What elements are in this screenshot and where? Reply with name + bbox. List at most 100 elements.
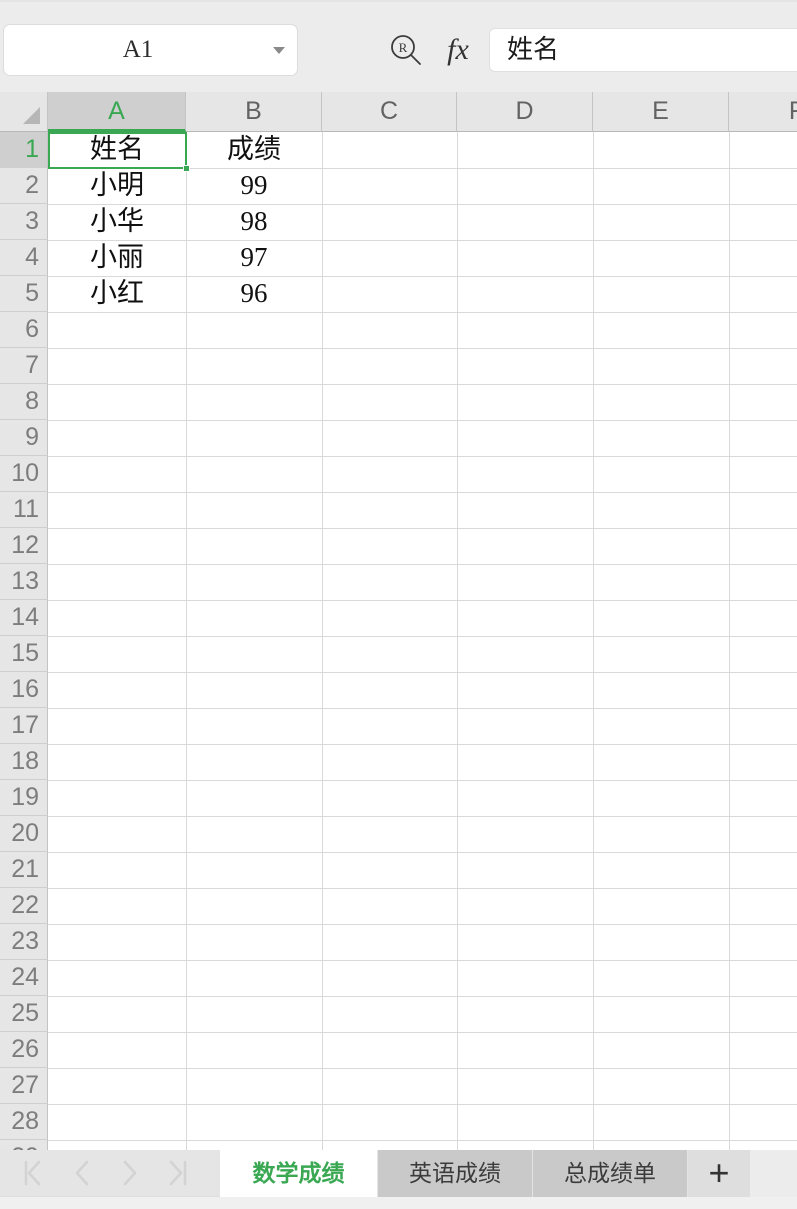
cell-b4[interactable]: 97 [186, 240, 322, 276]
row-headers: 1 2 3 4 5 6 7 8 9 10 11 12 13 14 15 16 17 18 19 20 21 22 23 24 2… [0, 132, 48, 1150]
name-box[interactable]: A1 [3, 24, 298, 76]
gridline-horizontal [48, 1104, 797, 1105]
gridline-horizontal [48, 384, 797, 385]
sheet-tab-bar: 数学成绩 英语成绩 总成绩单 + [0, 1150, 797, 1209]
gridline-horizontal [48, 924, 797, 925]
svg-text:R: R [399, 40, 408, 55]
row-header-10[interactable]: 10 [0, 456, 48, 492]
row-header-17[interactable]: 17 [0, 708, 48, 744]
last-sheet-icon[interactable] [154, 1150, 202, 1196]
row-header-15[interactable]: 15 [0, 636, 48, 672]
sheet-tab-2[interactable]: 英语成绩 [378, 1150, 533, 1197]
grid-area: ABCDEF 1 2 3 4 5 6 7 8 9 10 11 12 13 14 15 16 17 18 19 20 21… [0, 92, 797, 1150]
row-header-28[interactable]: 28 [0, 1104, 48, 1140]
gridline-vertical [729, 132, 730, 1150]
gridline-horizontal [48, 528, 797, 529]
row-header-19[interactable]: 19 [0, 780, 48, 816]
row-header-18[interactable]: 18 [0, 744, 48, 780]
row-header-25[interactable]: 25 [0, 996, 48, 1032]
sheet-nav-buttons [0, 1150, 220, 1197]
formula-toolbar: A1 R fx 姓名 [0, 0, 797, 92]
gridline-horizontal [48, 1140, 797, 1141]
row-header-6[interactable]: 6 [0, 312, 48, 348]
gridline-horizontal [48, 960, 797, 961]
gridline-horizontal [48, 888, 797, 889]
gridline-horizontal [48, 816, 797, 817]
add-sheet-button[interactable]: + [688, 1150, 750, 1197]
cell-a2[interactable]: 小明 [48, 168, 186, 204]
column-header-c[interactable]: C [322, 92, 457, 132]
column-header-a[interactable]: A [48, 92, 186, 132]
row-header-21[interactable]: 21 [0, 852, 48, 888]
gridline-horizontal [48, 996, 797, 997]
gridline-horizontal [48, 600, 797, 601]
cell-b5[interactable]: 96 [186, 276, 322, 312]
gridline-horizontal [48, 780, 797, 781]
gridline-vertical [322, 132, 323, 1150]
column-header-d[interactable]: D [457, 92, 593, 132]
sheet-tab-3[interactable]: 总成绩单 [533, 1150, 688, 1197]
plus-icon: + [708, 1152, 730, 1193]
gridline-vertical [593, 132, 594, 1150]
gridline-horizontal [48, 1032, 797, 1033]
cell-grid[interactable]: 姓名 成绩 小明 99 小华 98 小丽 97 小红 96 [48, 132, 797, 1150]
gridline-vertical [457, 132, 458, 1150]
sheet-tabs: 数学成绩 英语成绩 总成绩单 + [220, 1150, 797, 1197]
cell-b1[interactable]: 成绩 [186, 132, 322, 168]
row-header-4[interactable]: 4 [0, 240, 48, 276]
cell-b3[interactable]: 98 [186, 204, 322, 240]
row-header-13[interactable]: 13 [0, 564, 48, 600]
chevron-down-icon[interactable] [273, 47, 285, 54]
cell-a3[interactable]: 小华 [48, 204, 186, 240]
column-header-b[interactable]: B [186, 92, 322, 132]
next-sheet-icon[interactable] [106, 1150, 154, 1196]
gridline-horizontal [48, 348, 797, 349]
gridline-horizontal [48, 672, 797, 673]
row-header-7[interactable]: 7 [0, 348, 48, 384]
cell-a1[interactable]: 姓名 [48, 132, 186, 168]
cell-a5[interactable]: 小红 [48, 276, 186, 312]
column-header-e[interactable]: E [593, 92, 729, 132]
row-header-2[interactable]: 2 [0, 168, 48, 204]
sheet-tab-1[interactable]: 数学成绩 [220, 1150, 378, 1197]
gridline-horizontal [48, 420, 797, 421]
row-header-26[interactable]: 26 [0, 1032, 48, 1068]
gridline-horizontal [48, 492, 797, 493]
gridline-horizontal [48, 312, 797, 313]
gridline-horizontal [48, 564, 797, 565]
row-header-12[interactable]: 12 [0, 528, 48, 564]
row-header-3[interactable]: 3 [0, 204, 48, 240]
row-header-11[interactable]: 11 [0, 492, 48, 528]
row-header-29[interactable]: 29 [0, 1140, 48, 1150]
gridline-horizontal [48, 456, 797, 457]
tab-bar-footer [0, 1197, 797, 1209]
formula-bar[interactable]: 姓名 [489, 28, 797, 72]
function-search-icon[interactable]: R [388, 32, 424, 68]
row-header-9[interactable]: 9 [0, 420, 48, 456]
row-header-8[interactable]: 8 [0, 384, 48, 420]
spreadsheet-app: A1 R fx 姓名 ABCDEF 1 2 3 4 5 6 7 8 9 10 11 12 13 14 15 1… [0, 0, 797, 1209]
gridline-horizontal [48, 636, 797, 637]
gridline-horizontal [48, 708, 797, 709]
row-header-27[interactable]: 27 [0, 1068, 48, 1104]
select-all-button[interactable] [0, 92, 48, 132]
row-header-14[interactable]: 14 [0, 600, 48, 636]
column-header-f[interactable]: F [729, 92, 797, 132]
cell-a4[interactable]: 小丽 [48, 240, 186, 276]
row-header-22[interactable]: 22 [0, 888, 48, 924]
select-all-triangle-icon [23, 107, 40, 124]
row-header-20[interactable]: 20 [0, 816, 48, 852]
cell-b2[interactable]: 99 [186, 168, 322, 204]
row-header-16[interactable]: 16 [0, 672, 48, 708]
previous-sheet-icon[interactable] [58, 1150, 106, 1196]
first-sheet-icon[interactable] [10, 1150, 58, 1196]
row-header-5[interactable]: 5 [0, 276, 48, 312]
fill-handle[interactable] [183, 165, 190, 172]
gridline-horizontal [48, 852, 797, 853]
row-header-24[interactable]: 24 [0, 960, 48, 996]
name-box-value: A1 [122, 36, 154, 63]
column-headers: ABCDEF [48, 92, 797, 132]
fx-label: fx [447, 33, 469, 66]
row-header-23[interactable]: 23 [0, 924, 48, 960]
row-header-1[interactable]: 1 [0, 132, 48, 168]
